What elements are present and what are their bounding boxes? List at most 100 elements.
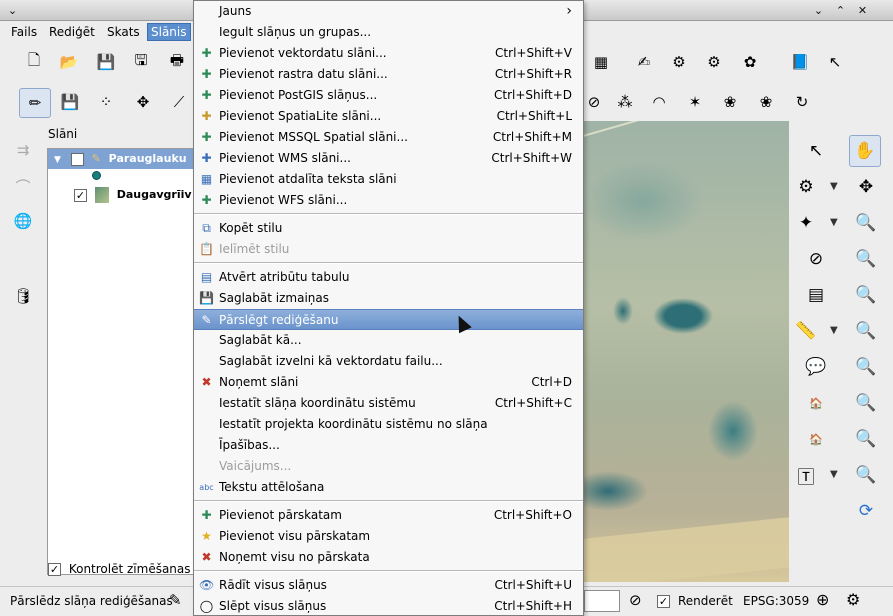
menu-item-properties[interactable]: Īpašības... <box>194 435 583 456</box>
restore-icon[interactable]: ⌃ <box>832 2 849 19</box>
globe-icon[interactable]: 🌐 <box>10 208 36 234</box>
crs-label[interactable]: EPSG:3059 <box>743 594 809 608</box>
database-icon[interactable]: 🛢 <box>10 283 36 309</box>
menu-item-add-to-overview[interactable]: ✚ Pievienot pārskatam Ctrl+Shift+O <box>194 505 583 526</box>
scale-combobox[interactable] <box>584 590 620 612</box>
new-project-icon[interactable]: 🗋 <box>21 49 47 75</box>
render-toggle-checkbox[interactable]: ✓ <box>657 595 670 608</box>
menu-item-hide-all-layers[interactable]: ◯ Slēpt visus slāņus Ctrl+Shift+H <box>194 596 583 616</box>
chevron-down-icon[interactable]: ▼ <box>830 181 838 192</box>
zoom-last-icon[interactable]: 🔍 <box>851 425 881 453</box>
render-check-row[interactable]: ✓ Kontrolēt zīmēšanas <box>48 562 191 576</box>
menu-item-open-attribute-table[interactable]: ▤ Atvērt atribūtu tabulu <box>194 267 583 288</box>
menu-item-show-all-layers[interactable]: 👁 Rādīt visus slāņus Ctrl+Shift+U <box>194 575 583 596</box>
plugin-tool-icon[interactable]: ⚙ <box>666 49 692 75</box>
menu-item-add-vector[interactable]: ✚ Pievienot vektordatu slāni... Ctrl+Shift… <box>194 43 583 64</box>
menu-item-set-project-crs[interactable]: Iestatīt projekta koordinātu sistēmu no … <box>194 414 583 435</box>
collapse-arrow-icon[interactable]: ▼ <box>54 155 61 165</box>
save-edits-icon[interactable]: 💾 <box>57 89 83 115</box>
delete-selected-icon[interactable]: ⊘ <box>581 89 607 115</box>
chevron-down-icon[interactable]: ▼ <box>830 325 838 336</box>
text-annotation-icon[interactable]: 🅃 <box>791 461 821 489</box>
reshape-icon[interactable]: ↻ <box>789 89 815 115</box>
layer-visibility-checkbox[interactable]: ✓ <box>74 188 87 202</box>
identify-icon[interactable]: ↖ <box>801 137 831 165</box>
close-icon[interactable]: ✕ <box>854 2 871 19</box>
capture-point-icon[interactable]: ⁘ <box>93 89 119 115</box>
menu-item-remove-all-from-overview[interactable]: ✖ Noņemt visu no pārskata <box>194 547 583 568</box>
layer-row-daugavgriiv[interactable]: ✓ Daugavgrīiv <box>48 185 198 205</box>
layer-visibility-checkbox[interactable]: ✓ <box>70 152 84 166</box>
new-bookmark-icon[interactable]: 🏠 <box>801 389 831 417</box>
spellcheck-icon[interactable]: ✍ <box>631 49 657 75</box>
plugin-tool-2-icon[interactable]: ⚙ <box>701 49 727 75</box>
open-project-icon[interactable]: 📂 <box>56 49 82 75</box>
save-project-icon[interactable]: 💾 <box>93 49 119 75</box>
zoom-in-icon[interactable]: 🔍 <box>851 209 881 237</box>
menu-item-add-wfs[interactable]: ✚ Pievienot WFS slāni... <box>194 190 583 211</box>
menu-item-set-layer-crs[interactable]: Iestatīt slāņa koordinātu sistēmu Ctrl+Sh… <box>194 393 583 414</box>
menu-item-copy-style[interactable]: ⧉ Kopēt stilu <box>194 218 583 239</box>
menu-item-save-selection-as[interactable]: Saglabāt izvelni kā vektordatu failu... <box>194 351 583 372</box>
menu-slanis[interactable]: Slānis <box>147 23 191 41</box>
add-part-icon[interactable]: ✶ <box>682 89 708 115</box>
zoom-disabled-icon[interactable]: 🔍 <box>851 281 881 309</box>
menu-item-labeling[interactable]: abc Tekstu attēlošana <box>194 477 583 498</box>
toggle-editing-pencil-icon[interactable]: ✏ <box>19 88 51 118</box>
print-composer-icon[interactable]: 🖶 <box>164 49 190 75</box>
undock-icon[interactable]: ⇉ <box>10 137 36 163</box>
menu-item-add-spatialite[interactable]: ✚ Pievienot SpatiaLite slāni... Ctrl+Shift… <box>194 106 583 127</box>
menu-item-save-as[interactable]: Saglabāt kā... <box>194 330 583 351</box>
python-console-icon[interactable]: ▦ <box>588 49 614 75</box>
add-ring-icon[interactable]: ◠ <box>646 89 672 115</box>
menu-item-add-delimited-text[interactable]: ▦ Pievienot atdalīta teksta slāni <box>194 169 583 190</box>
show-bookmarks-icon[interactable]: 🏠 <box>801 425 831 453</box>
menu-item-add-raster[interactable]: ✚ Pievienot rastra datu slāni... Ctrl+Shif… <box>194 64 583 85</box>
crs-status-icon[interactable]: ⊕ <box>816 590 829 609</box>
menu-item-add-mssql[interactable]: ✚ Pievienot MSSQL Spatial slāni... Ctrl+Sh… <box>194 127 583 148</box>
histogram-icon[interactable]: ⌒ <box>10 173 36 199</box>
menu-skats[interactable]: Skats <box>104 23 143 41</box>
help-book-icon[interactable]: 📘 <box>787 49 813 75</box>
menu-item-embed[interactable]: Iegult slāņus un grupas... <box>194 22 583 43</box>
render-checkbox[interactable]: ✓ <box>48 563 61 576</box>
zoom-native-icon[interactable]: 🔍 <box>851 389 881 417</box>
layer-row-parauglauku[interactable]: ▼ ✓ ✎ Parauglauku <box>48 149 198 169</box>
pan-to-selection-icon[interactable]: ✥ <box>851 173 881 201</box>
delete-part-icon[interactable]: ❀ <box>753 89 779 115</box>
menu-rediget[interactable]: Rediģēt <box>46 23 98 41</box>
save-as-icon[interactable]: 🖫 <box>128 49 154 75</box>
menu-item-remove-layer[interactable]: ✖ Noņemt slāni Ctrl+D <box>194 372 583 393</box>
menu-item-query[interactable]: Vaicājums... <box>194 456 583 477</box>
zoom-full-icon[interactable]: 🔍 <box>851 317 881 345</box>
stop-render-icon[interactable]: ⊘ <box>629 591 642 609</box>
whats-this-icon[interactable]: ↖ <box>822 49 848 75</box>
pan-hand-icon[interactable]: ✋ <box>849 135 881 167</box>
messages-icon[interactable]: ⚙ <box>846 590 860 609</box>
menu-item-toggle-editing[interactable]: ✎ Pārslēgt rediģēšanu <box>194 309 583 330</box>
attribute-table-icon[interactable]: ▤ <box>801 281 831 309</box>
chevron-down-icon[interactable]: ▼ <box>830 469 838 480</box>
map-canvas[interactable] <box>583 121 789 582</box>
menu-item-add-wms[interactable]: ✚ Pievienot WMS slāni... Ctrl+Shift+W <box>194 148 583 169</box>
zoom-to-layer-icon[interactable]: 🔍 <box>851 353 881 381</box>
minimize-icon[interactable]: ⌄ <box>810 2 827 19</box>
menu-item-add-all-to-overview[interactable]: ★ Pievienot visu pārskatam <box>194 526 583 547</box>
node-tool-icon[interactable]: ⟋ <box>166 89 192 115</box>
simplify-icon[interactable]: ⁂ <box>612 89 638 115</box>
menu-item-jauns[interactable]: Jauns › <box>194 1 583 22</box>
measure-ruler-icon[interactable]: 📏 <box>791 317 821 345</box>
menu-item-paste-style[interactable]: 📋 Ielīmēt stilu <box>194 239 583 260</box>
select-features-icon[interactable]: ✦ <box>791 209 821 237</box>
zoom-out-icon[interactable]: 🔍 <box>851 245 881 273</box>
menu-fails[interactable]: Fails <box>8 23 40 41</box>
map-tips-icon[interactable]: 💬 <box>801 353 831 381</box>
settings-gear-icon[interactable]: ⚙ <box>791 173 821 201</box>
chevron-down-icon[interactable]: ▼ <box>830 217 838 228</box>
plugin-tool-3-icon[interactable]: ✿ <box>737 49 763 75</box>
deselect-icon[interactable]: ⊘ <box>801 245 831 273</box>
menu-item-save-edits[interactable]: 💾 Saglabāt izmaiņas <box>194 288 583 309</box>
window-menu-chevron-icon[interactable]: ⌄ <box>4 2 21 19</box>
refresh-icon[interactable]: ⟳ <box>851 497 881 525</box>
delete-ring-icon[interactable]: ❀ <box>717 89 743 115</box>
